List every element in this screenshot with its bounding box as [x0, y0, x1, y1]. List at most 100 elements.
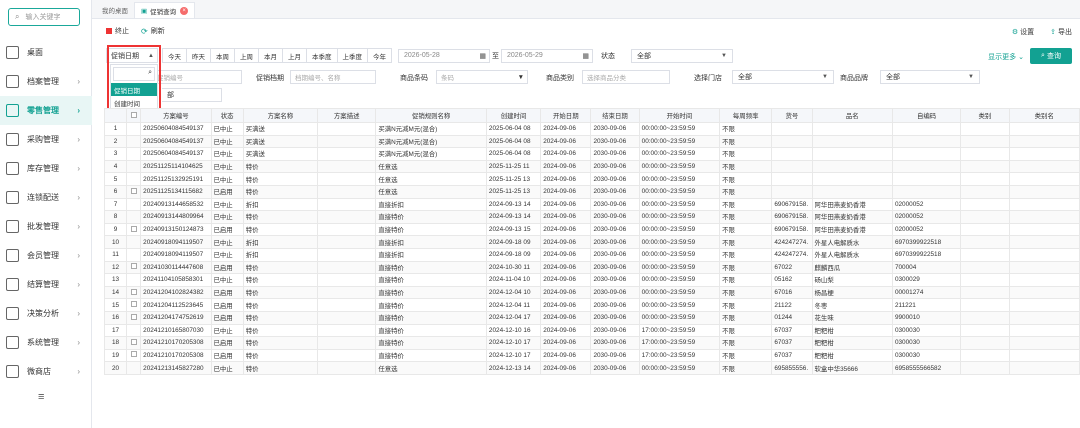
sidebar-item-1[interactable]: 档案管理 ›: [0, 67, 92, 96]
status-select[interactable]: 全部 ▼: [631, 48, 733, 63]
table-cell: 已中止: [210, 159, 244, 174]
sidebar-item-7[interactable]: 会员管理 ›: [0, 241, 92, 270]
sidebar-item-10[interactable]: 系统管理 ›: [0, 328, 92, 357]
range-input[interactable]: 档期编号、名称: [290, 70, 376, 84]
column-header[interactable]: 状态: [210, 108, 244, 123]
table-row[interactable]: 7 20240913144658532 已中止 折扣 直接折扣 2024-09-13 14…: [104, 197, 1080, 212]
dropdown-option-promo-date[interactable]: 促销日期: [111, 83, 157, 96]
column-header[interactable]: 自编码: [891, 108, 962, 123]
sidebar-item-2[interactable]: 零售管理 ›: [0, 96, 92, 125]
row-checkbox[interactable]: [130, 338, 137, 345]
tab-promotion-query[interactable]: ▣ 促销查询 ×: [134, 2, 196, 18]
table-row[interactable]: 12 20241030114447608 已启用 特价 直接特价 2024-10-30 1…: [104, 260, 1080, 275]
quick-date-button[interactable]: 今年: [368, 48, 392, 63]
table-row[interactable]: 17 20241210165807030 已中止 特价 直接特价 2024-12-10 1…: [104, 323, 1080, 338]
column-header[interactable]: 开始日期: [540, 108, 592, 123]
select-all-checkbox[interactable]: [130, 111, 137, 118]
show-more-link[interactable]: 显示更多 ⌄: [988, 52, 1024, 62]
tab-desktop[interactable]: 我的桌面: [96, 2, 134, 18]
dropdown-search-input[interactable]: ⌕: [113, 67, 155, 81]
row-checkbox[interactable]: [130, 263, 137, 270]
column-header[interactable]: 促销规则名称: [375, 108, 487, 123]
sidebar-item-5[interactable]: 连锁配送 ›: [0, 183, 92, 212]
table-cell: [960, 147, 1010, 161]
menu-collapse-icon[interactable]: ≡: [38, 391, 44, 403]
quick-date-button[interactable]: 本月: [259, 48, 283, 63]
table-row[interactable]: 2 20250604084549137 已中止 买满送 买满N元减M元(混合) 2025-…: [104, 134, 1080, 149]
column-header[interactable]: 方案描述: [317, 108, 377, 123]
table-cell: [1008, 122, 1080, 136]
column-header[interactable]: 类别: [960, 108, 1010, 123]
export-button[interactable]: ⇪ 导出: [1050, 27, 1072, 37]
query-button[interactable]: ⌕ 查询: [1030, 48, 1072, 64]
date-to-input[interactable]: 2026-05-29 ▦: [501, 48, 593, 63]
column-header[interactable]: 结束日期: [590, 108, 640, 123]
row3-select[interactable]: 部: [162, 88, 222, 102]
date-from-input[interactable]: 2026-05-28 ▦: [398, 48, 490, 63]
row-checkbox[interactable]: [130, 225, 137, 232]
quick-date-button[interactable]: 上月: [283, 48, 307, 63]
table-row[interactable]: 3 20250604084549137 已中止 买满送 买满N元减M元(混合) 2025-…: [104, 147, 1080, 161]
row-checkbox[interactable]: [130, 313, 137, 320]
column-header[interactable]: 类别名: [1008, 108, 1080, 123]
table-row[interactable]: 19 20241210170205308 已启用 特价 直接特价 2024-12-10 1…: [104, 348, 1080, 363]
sidebar-item-3[interactable]: 采购管理 ›: [0, 125, 92, 154]
settings-button[interactable]: ⚙ 设置: [1012, 27, 1034, 37]
sidebar-item-9[interactable]: 决策分析 ›: [0, 299, 92, 328]
close-icon[interactable]: ×: [180, 6, 189, 15]
table-row[interactable]: 5 20251125132925191 已中止 特价 任意选 2025-11-25 13 2…: [104, 172, 1080, 186]
brand-select[interactable]: 全部 ▼: [880, 70, 980, 84]
table-row[interactable]: 1 20250604084549137 已中止 买满送 买满N元减M元(混合) 2025-…: [104, 122, 1080, 136]
filter-icon[interactable]: ▼: [518, 74, 524, 81]
barcode-input[interactable]: 条码 ▼: [436, 70, 528, 84]
refresh-button[interactable]: ⟳ 刷新: [141, 26, 165, 36]
row-checkbox[interactable]: [130, 301, 137, 308]
sidebar-item-0[interactable]: 桌面: [0, 38, 92, 67]
table-row[interactable]: 8 20240913144809964 已中止 特价 直接特价 2024-09-13 14…: [104, 210, 1080, 224]
table-row[interactable]: 10 20240918094119507 已中止 折扣 直接折扣 2024-09-18 0…: [104, 235, 1080, 249]
sidebar-item-11[interactable]: 微商店 ›: [0, 357, 92, 386]
quick-date-button[interactable]: 今天: [162, 48, 187, 63]
sidebar-search-input[interactable]: ⌕ 输入关键字: [8, 8, 80, 26]
table-cell: 不限: [719, 147, 773, 161]
column-header[interactable]: 每周频率: [719, 108, 773, 123]
quick-date-button[interactable]: 本周: [211, 48, 235, 63]
table-row[interactable]: 4 20251125114104625 已中止 特价 任意选 2025-11-25 11 2…: [104, 159, 1080, 174]
column-header[interactable]: 货号: [771, 108, 813, 123]
column-header[interactable]: 开始时间: [638, 108, 721, 123]
table-row[interactable]: 9 20240913150124873 已启用 特价 直接特价 2024-09-13 15…: [104, 222, 1080, 237]
table-cell: 直接折扣: [375, 197, 487, 212]
table-row[interactable]: 14 20241204102824382 已启用 特价 直接特价 2024-12-04 1…: [104, 285, 1080, 300]
table-row[interactable]: 15 20241204112523645 已启用 特价 直接特价 2024-12-04 1…: [104, 298, 1080, 312]
code-input[interactable]: 促销编号: [152, 70, 242, 84]
sidebar-item-6[interactable]: 批发管理 ›: [0, 212, 92, 241]
row-checkbox[interactable]: [130, 288, 137, 295]
column-header[interactable]: 创建时间: [485, 108, 542, 123]
quick-date-button[interactable]: 本季度: [307, 48, 338, 63]
table-row[interactable]: 11 20240918094119507 已中止 折扣 直接折扣 2024-09-18 0…: [104, 247, 1080, 262]
table-row[interactable]: 13 20241104105858301 已中止 特价 直接特价 2024-11-04 1…: [104, 273, 1080, 287]
table-row[interactable]: 20 20241213145827280 已中止 特价 任意选 2024-12-13 14…: [104, 361, 1080, 375]
table-cell: 2030-09-06: [590, 159, 640, 174]
column-header[interactable]: [126, 108, 142, 123]
quick-date-button[interactable]: 昨天: [187, 48, 211, 63]
sidebar-item-4[interactable]: 库存管理 ›: [0, 154, 92, 183]
column-header[interactable]: [104, 108, 128, 123]
table-row[interactable]: 16 20241204174752619 已启用 特价 直接特价 2024-12-04 1…: [104, 310, 1080, 325]
stop-button[interactable]: 终止: [106, 26, 129, 36]
table-cell: 695855556.: [771, 361, 813, 375]
category-input[interactable]: 选择商品分类: [582, 70, 670, 84]
column-header[interactable]: 方案编号: [140, 108, 212, 123]
row-checkbox[interactable]: [130, 351, 137, 358]
store-select[interactable]: 全部 ▼: [732, 70, 834, 84]
column-header[interactable]: 品名: [811, 108, 893, 123]
table-row[interactable]: 18 20241210170205308 已启用 特价 直接特价 2024-12-10 1…: [104, 336, 1080, 350]
column-header[interactable]: 方案名称: [242, 108, 319, 123]
quick-date-button[interactable]: 上周: [235, 48, 259, 63]
row-checkbox[interactable]: [130, 187, 137, 194]
table-cell: 00:00:00~23:59:59: [638, 361, 721, 375]
table-cell: 21122: [771, 298, 813, 312]
table-row[interactable]: 6 20251125134115682 已启用 特价 任意选 2025-11-25 13 2…: [104, 184, 1080, 199]
sidebar-item-8[interactable]: 结算管理 ›: [0, 270, 92, 299]
quick-date-button[interactable]: 上季度: [337, 48, 368, 63]
